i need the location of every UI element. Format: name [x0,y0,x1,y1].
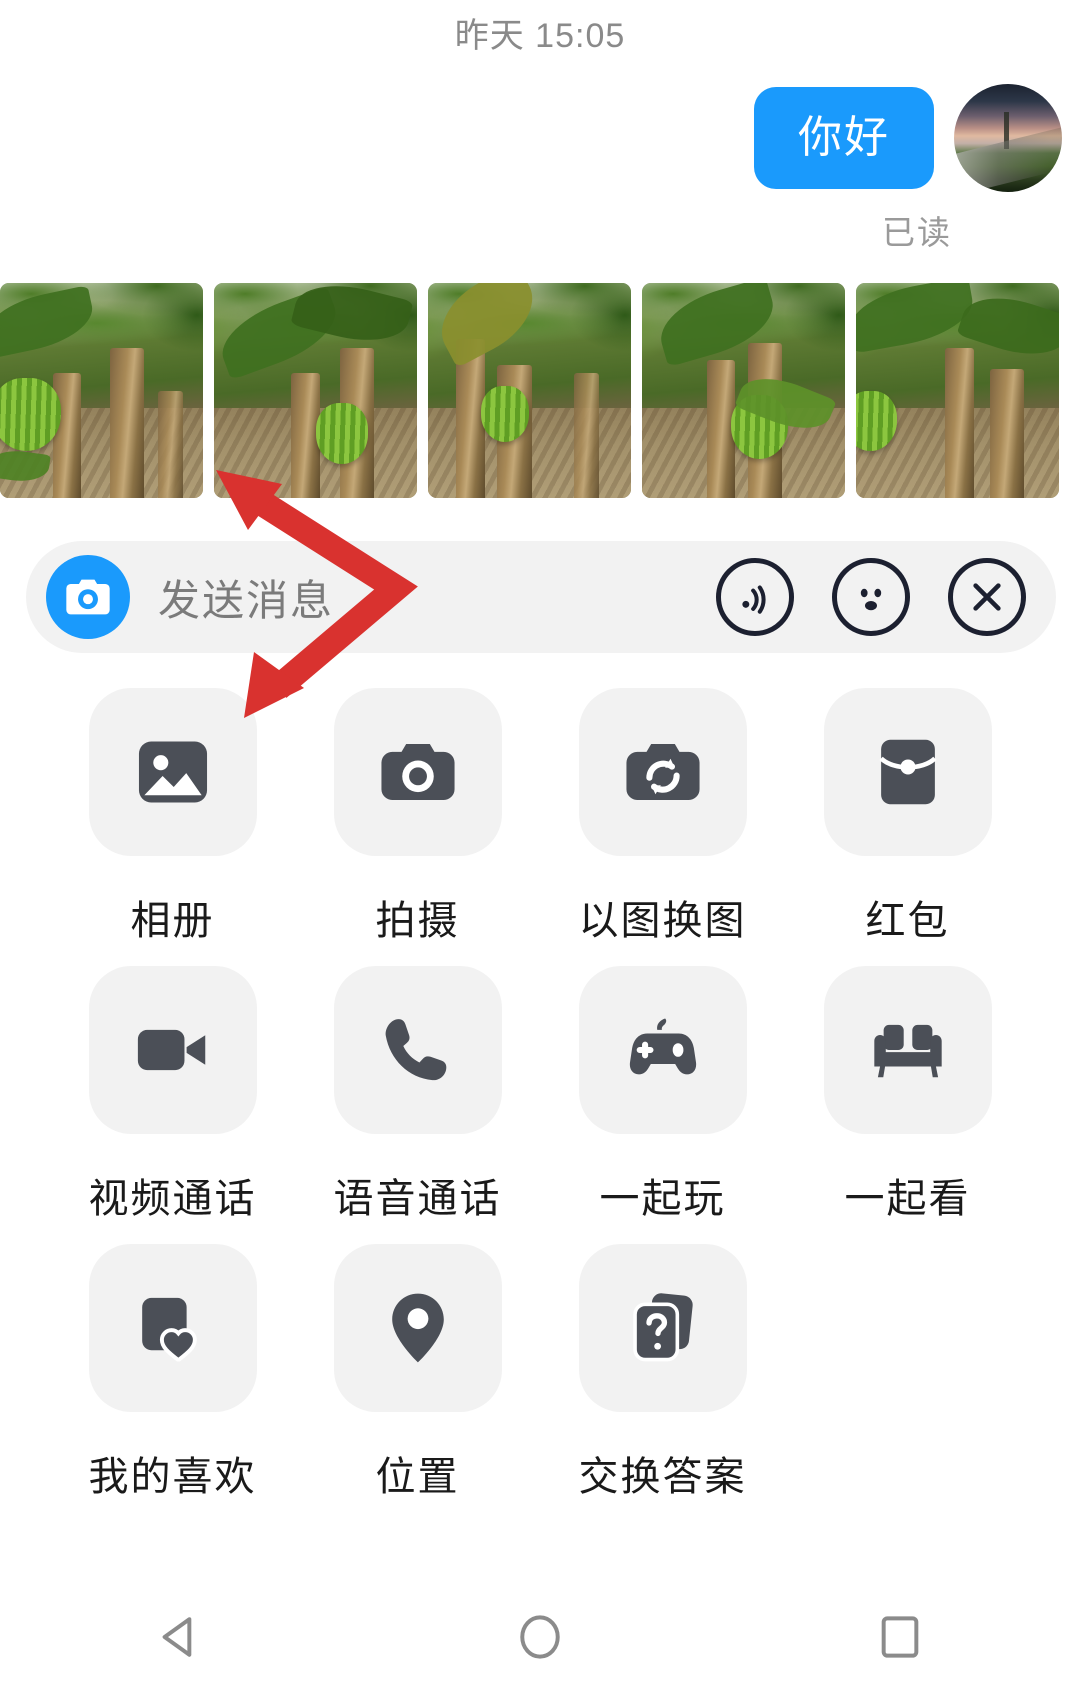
close-x-icon[interactable] [948,558,1026,636]
panel-row: 相册 拍摄 以图换图 红包 [0,688,1080,946]
chat-area: 昨天 15:05 你好 已读 [0,0,1080,254]
action-panel: 相册 拍摄 以图换图 红包 视频通话 语音通话 一起玩 一起看 我的喜欢 位置 … [0,688,1080,1522]
android-nav-bar [0,1567,1080,1707]
panel-row: 视频通话 语音通话 一起玩 一起看 [0,966,1080,1224]
panel-item-label: 语音通话 [333,1177,502,1221]
panel-item-camera[interactable]: 拍摄 [295,688,540,946]
panel-item-voice-call[interactable]: 语音通话 [295,966,540,1224]
message-row: 你好 [0,84,1080,192]
read-status: 已读 [882,214,952,251]
message-timestamp: 昨天 15:05 [454,17,626,55]
camera-icon[interactable] [46,555,130,639]
photo-strip[interactable] [0,283,1080,498]
panel-item-image-swap[interactable]: 以图换图 [540,688,785,946]
message-input-bar[interactable]: 发送消息 [26,541,1056,653]
emoji-face-icon[interactable] [832,558,910,636]
phone-icon[interactable] [333,966,502,1134]
panel-item-label: 位置 [375,1455,460,1499]
favorite-card-icon[interactable] [88,1244,257,1412]
panel-item-label: 一起玩 [599,1177,726,1221]
message-bubble[interactable]: 你好 [754,86,934,190]
panel-item-exchange-answers[interactable]: 交换答案 [540,1244,785,1502]
game-controller-icon[interactable] [578,966,747,1134]
panel-item-play-together[interactable]: 一起玩 [540,966,785,1224]
image-swap-icon[interactable] [578,688,747,856]
panel-item-label: 视频通话 [88,1177,257,1221]
photo-thumbnail[interactable] [642,283,845,498]
panel-item-my-favorites[interactable]: 我的喜欢 [50,1244,295,1502]
message-input[interactable]: 发送消息 [158,567,716,628]
home-circle-icon[interactable] [480,1592,600,1682]
photo-thumbnail[interactable] [856,283,1059,498]
panel-item-video-call[interactable]: 视频通话 [50,966,295,1224]
video-camera-icon[interactable] [88,966,257,1134]
recents-square-icon[interactable] [840,1592,960,1682]
panel-item-empty [785,1244,1030,1502]
avatar[interactable] [954,84,1062,192]
panel-item-label: 一起看 [844,1177,971,1221]
panel-item-label: 相册 [130,899,215,943]
location-pin-icon[interactable] [333,1244,502,1412]
panel-row: 我的喜欢 位置 交换答案 [0,1244,1080,1502]
panel-item-red-packet[interactable]: 红包 [785,688,1030,946]
voice-wave-icon[interactable] [716,558,794,636]
panel-item-label: 以图换图 [578,899,747,943]
photo-album-icon[interactable] [88,688,257,856]
photo-thumbnail[interactable] [214,283,417,498]
question-cards-icon[interactable] [578,1244,747,1412]
sofa-icon[interactable] [823,966,992,1134]
photo-thumbnail[interactable] [0,283,203,498]
panel-item-watch-together[interactable]: 一起看 [785,966,1030,1224]
panel-item-label: 红包 [865,899,950,943]
back-triangle-icon[interactable] [120,1592,240,1682]
panel-item-location[interactable]: 位置 [295,1244,540,1502]
panel-item-label: 交换答案 [578,1455,747,1499]
red-packet-icon[interactable] [823,688,992,856]
panel-item-label: 我的喜欢 [88,1455,257,1499]
input-bar-actions [716,558,1026,636]
photo-thumbnail[interactable] [428,283,631,498]
camera-icon[interactable] [333,688,502,856]
panel-item-label: 拍摄 [375,899,460,943]
panel-item-album[interactable]: 相册 [50,688,295,946]
